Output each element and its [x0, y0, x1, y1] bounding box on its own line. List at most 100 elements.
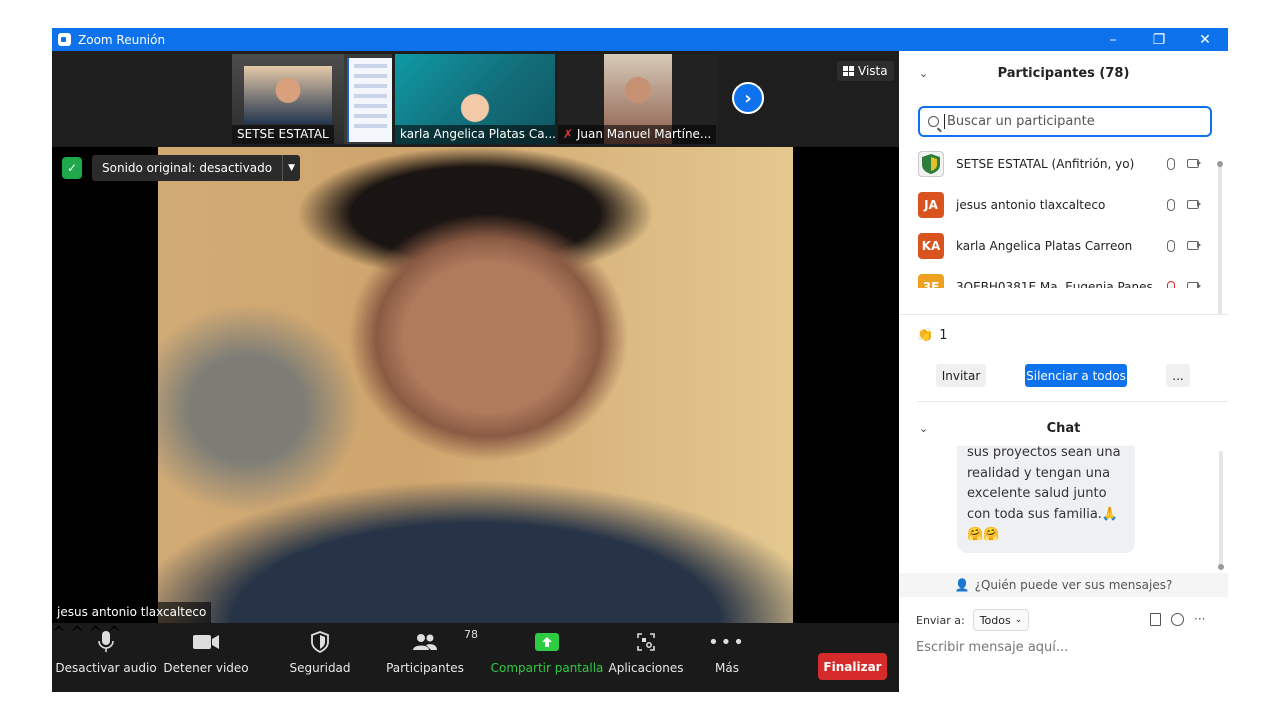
security-button[interactable]: Seguridad: [288, 623, 352, 692]
share-screen-label: Compartir pantalla: [490, 661, 604, 675]
encryption-shield-icon[interactable]: ✓: [62, 157, 82, 179]
participant-name: jesus antonio tlaxcalteco: [956, 197, 1106, 212]
main-video: ✓ Sonido original: desactivado ▼ jesus a…: [52, 147, 899, 623]
muted-microphone-icon[interactable]: [1167, 280, 1175, 288]
video-camera-icon[interactable]: [1187, 159, 1201, 168]
reaction-summary: 👏 1: [917, 328, 947, 343]
microphone-icon: [98, 631, 114, 652]
video-camera-icon: [193, 635, 219, 649]
chevron-down-icon: ⌄: [1014, 615, 1023, 625]
security-shield-icon: [311, 631, 329, 653]
thumbnail-strip: SETSE ESTATAL karla Angelica Platas Ca..…: [52, 51, 899, 147]
search-placeholder: Buscar un participante: [944, 114, 1095, 129]
participant-list: SETSE ESTATAL (Anfitrión, yo) JA jesus a…: [899, 143, 1218, 288]
thumbnail-karla[interactable]: karla Angelica Platas Ca...: [395, 54, 555, 144]
muted-mic-icon: ✗: [563, 127, 574, 141]
title-bar: Zoom Reunión – ❐ ✕: [52, 28, 1228, 51]
participants-scrollbar[interactable]: [1217, 161, 1223, 315]
video-camera-icon[interactable]: [1187, 200, 1201, 209]
collapse-chevron-icon[interactable]: ⌄: [919, 422, 928, 435]
microphone-icon[interactable]: [1167, 239, 1175, 252]
chat-messages: sus proyectos sean una realidad y tengan…: [899, 446, 1218, 566]
participants-button[interactable]: 78 Participantes: [386, 623, 478, 692]
chevron-down-icon[interactable]: ▼: [282, 155, 300, 181]
stop-video-label: Detener video: [163, 661, 249, 675]
thumbnail-setse[interactable]: SETSE ESTATAL: [232, 54, 392, 144]
mute-all-button[interactable]: Silenciar a todos: [1025, 364, 1127, 387]
participant-avatar: JA: [918, 191, 944, 218]
participant-row[interactable]: 3E 3OEBH0381E Ma. Eugenia Panes ...: [899, 266, 1218, 288]
thumbnail-label: SETSE ESTATAL: [232, 125, 334, 144]
meeting-toolbar: Desactivar audio ^ Detener video ^ Segur…: [52, 623, 899, 692]
video-camera-icon[interactable]: [1187, 282, 1201, 288]
video-camera-icon[interactable]: [1187, 241, 1201, 250]
who-can-see-messages[interactable]: 👤 ¿Quién puede ver sus mensajes?: [899, 573, 1228, 597]
view-label: Vista: [858, 64, 888, 78]
window-controls: – ❐ ✕: [1090, 28, 1228, 51]
thumbnail-label: karla Angelica Platas Ca...: [395, 125, 555, 144]
participant-name: 3OEBH0381E Ma. Eugenia Panes ...: [956, 279, 1162, 289]
divider: [917, 401, 1228, 402]
more-label: Más: [715, 661, 739, 675]
participants-icon: [413, 634, 437, 650]
participant-row[interactable]: SETSE ESTATAL (Anfitrión, yo): [899, 143, 1218, 184]
share-screen-icon: [535, 633, 559, 651]
thumbnail-label: ✗ Juan Manuel Martíne...: [558, 125, 717, 144]
chat-title: Chat: [1046, 420, 1081, 436]
original-sound-label: Sonido original: desactivado: [102, 161, 273, 175]
send-to-row: Enviar a: Todos ⌄: [916, 608, 1030, 632]
next-page-button[interactable]: ›: [732, 82, 764, 114]
participants-more-button[interactable]: ...: [1166, 364, 1190, 387]
more-button[interactable]: ••• Más: [707, 623, 747, 692]
minimize-button[interactable]: –: [1090, 28, 1136, 51]
participants-header: ⌄ Participantes (78): [899, 53, 1228, 93]
participant-name: karla Angelica Platas Carreon: [956, 238, 1133, 253]
divider: [899, 314, 1228, 315]
restore-button[interactable]: ❐: [1136, 28, 1182, 51]
reaction-count: 1: [939, 328, 948, 343]
participant-search-input[interactable]: Buscar un participante: [918, 106, 1212, 137]
close-button[interactable]: ✕: [1182, 28, 1228, 51]
chat-header: ⌄ Chat: [899, 408, 1228, 448]
original-sound-control[interactable]: Sonido original: desactivado ▼: [92, 155, 301, 181]
file-icon[interactable]: [1150, 612, 1161, 626]
view-button[interactable]: Vista: [837, 61, 894, 81]
end-meeting-button[interactable]: Finalizar: [818, 653, 887, 680]
participants-label: Participantes: [386, 661, 464, 675]
send-to-dropdown[interactable]: Todos ⌄: [972, 609, 1030, 631]
chat-message-bubble: sus proyectos sean una realidad y tengan…: [957, 446, 1135, 553]
invite-button[interactable]: Invitar: [936, 364, 986, 387]
chat-scrollbar[interactable]: [1218, 451, 1224, 570]
chat-message-input[interactable]: Escribir mensaje aquí...: [916, 640, 1068, 655]
meeting-stage: SETSE ESTATAL karla Angelica Platas Ca..…: [52, 51, 899, 692]
mute-audio-button[interactable]: Desactivar audio: [55, 623, 157, 692]
microphone-icon[interactable]: [1167, 198, 1175, 211]
search-icon: [928, 116, 939, 127]
participant-avatar: KA: [918, 232, 944, 259]
participant-name: SETSE ESTATAL (Anfitrión, yo): [956, 156, 1135, 171]
microphone-icon[interactable]: [1167, 157, 1175, 170]
security-label: Seguridad: [289, 661, 351, 675]
participant-row[interactable]: JA jesus antonio tlaxcalteco: [899, 184, 1218, 225]
chat-more-icon[interactable]: ···: [1194, 612, 1205, 626]
zoom-window: Zoom Reunión – ❐ ✕ SETSE ESTATAL karla A…: [52, 28, 1228, 692]
participants-title: Participantes (78): [997, 65, 1130, 81]
emoji-icon[interactable]: [1171, 612, 1184, 626]
grid-view-icon: [843, 66, 854, 76]
window-title: Zoom Reunión: [78, 32, 166, 47]
stop-video-button[interactable]: Detener video: [163, 623, 249, 692]
zoom-app-icon: [58, 33, 71, 46]
people-visibility-icon: 👤: [954, 578, 970, 592]
host-logo-avatar: [918, 150, 944, 177]
apps-button[interactable]: Aplicaciones: [609, 623, 683, 692]
more-dots-icon: •••: [708, 631, 746, 653]
chat-tools: ···: [1150, 612, 1205, 626]
participant-row[interactable]: KA karla Angelica Platas Carreon: [899, 225, 1218, 266]
collapse-chevron-icon[interactable]: ⌄: [919, 67, 928, 80]
share-screen-button[interactable]: Compartir pantalla: [491, 623, 603, 692]
speaker-video-feed: [158, 147, 793, 623]
shared-document-preview: [347, 58, 392, 142]
participants-count: 78: [464, 628, 478, 641]
thumbnail-juan-manuel[interactable]: ✗ Juan Manuel Martíne...: [558, 54, 718, 144]
mute-audio-label: Desactivar audio: [55, 661, 157, 675]
